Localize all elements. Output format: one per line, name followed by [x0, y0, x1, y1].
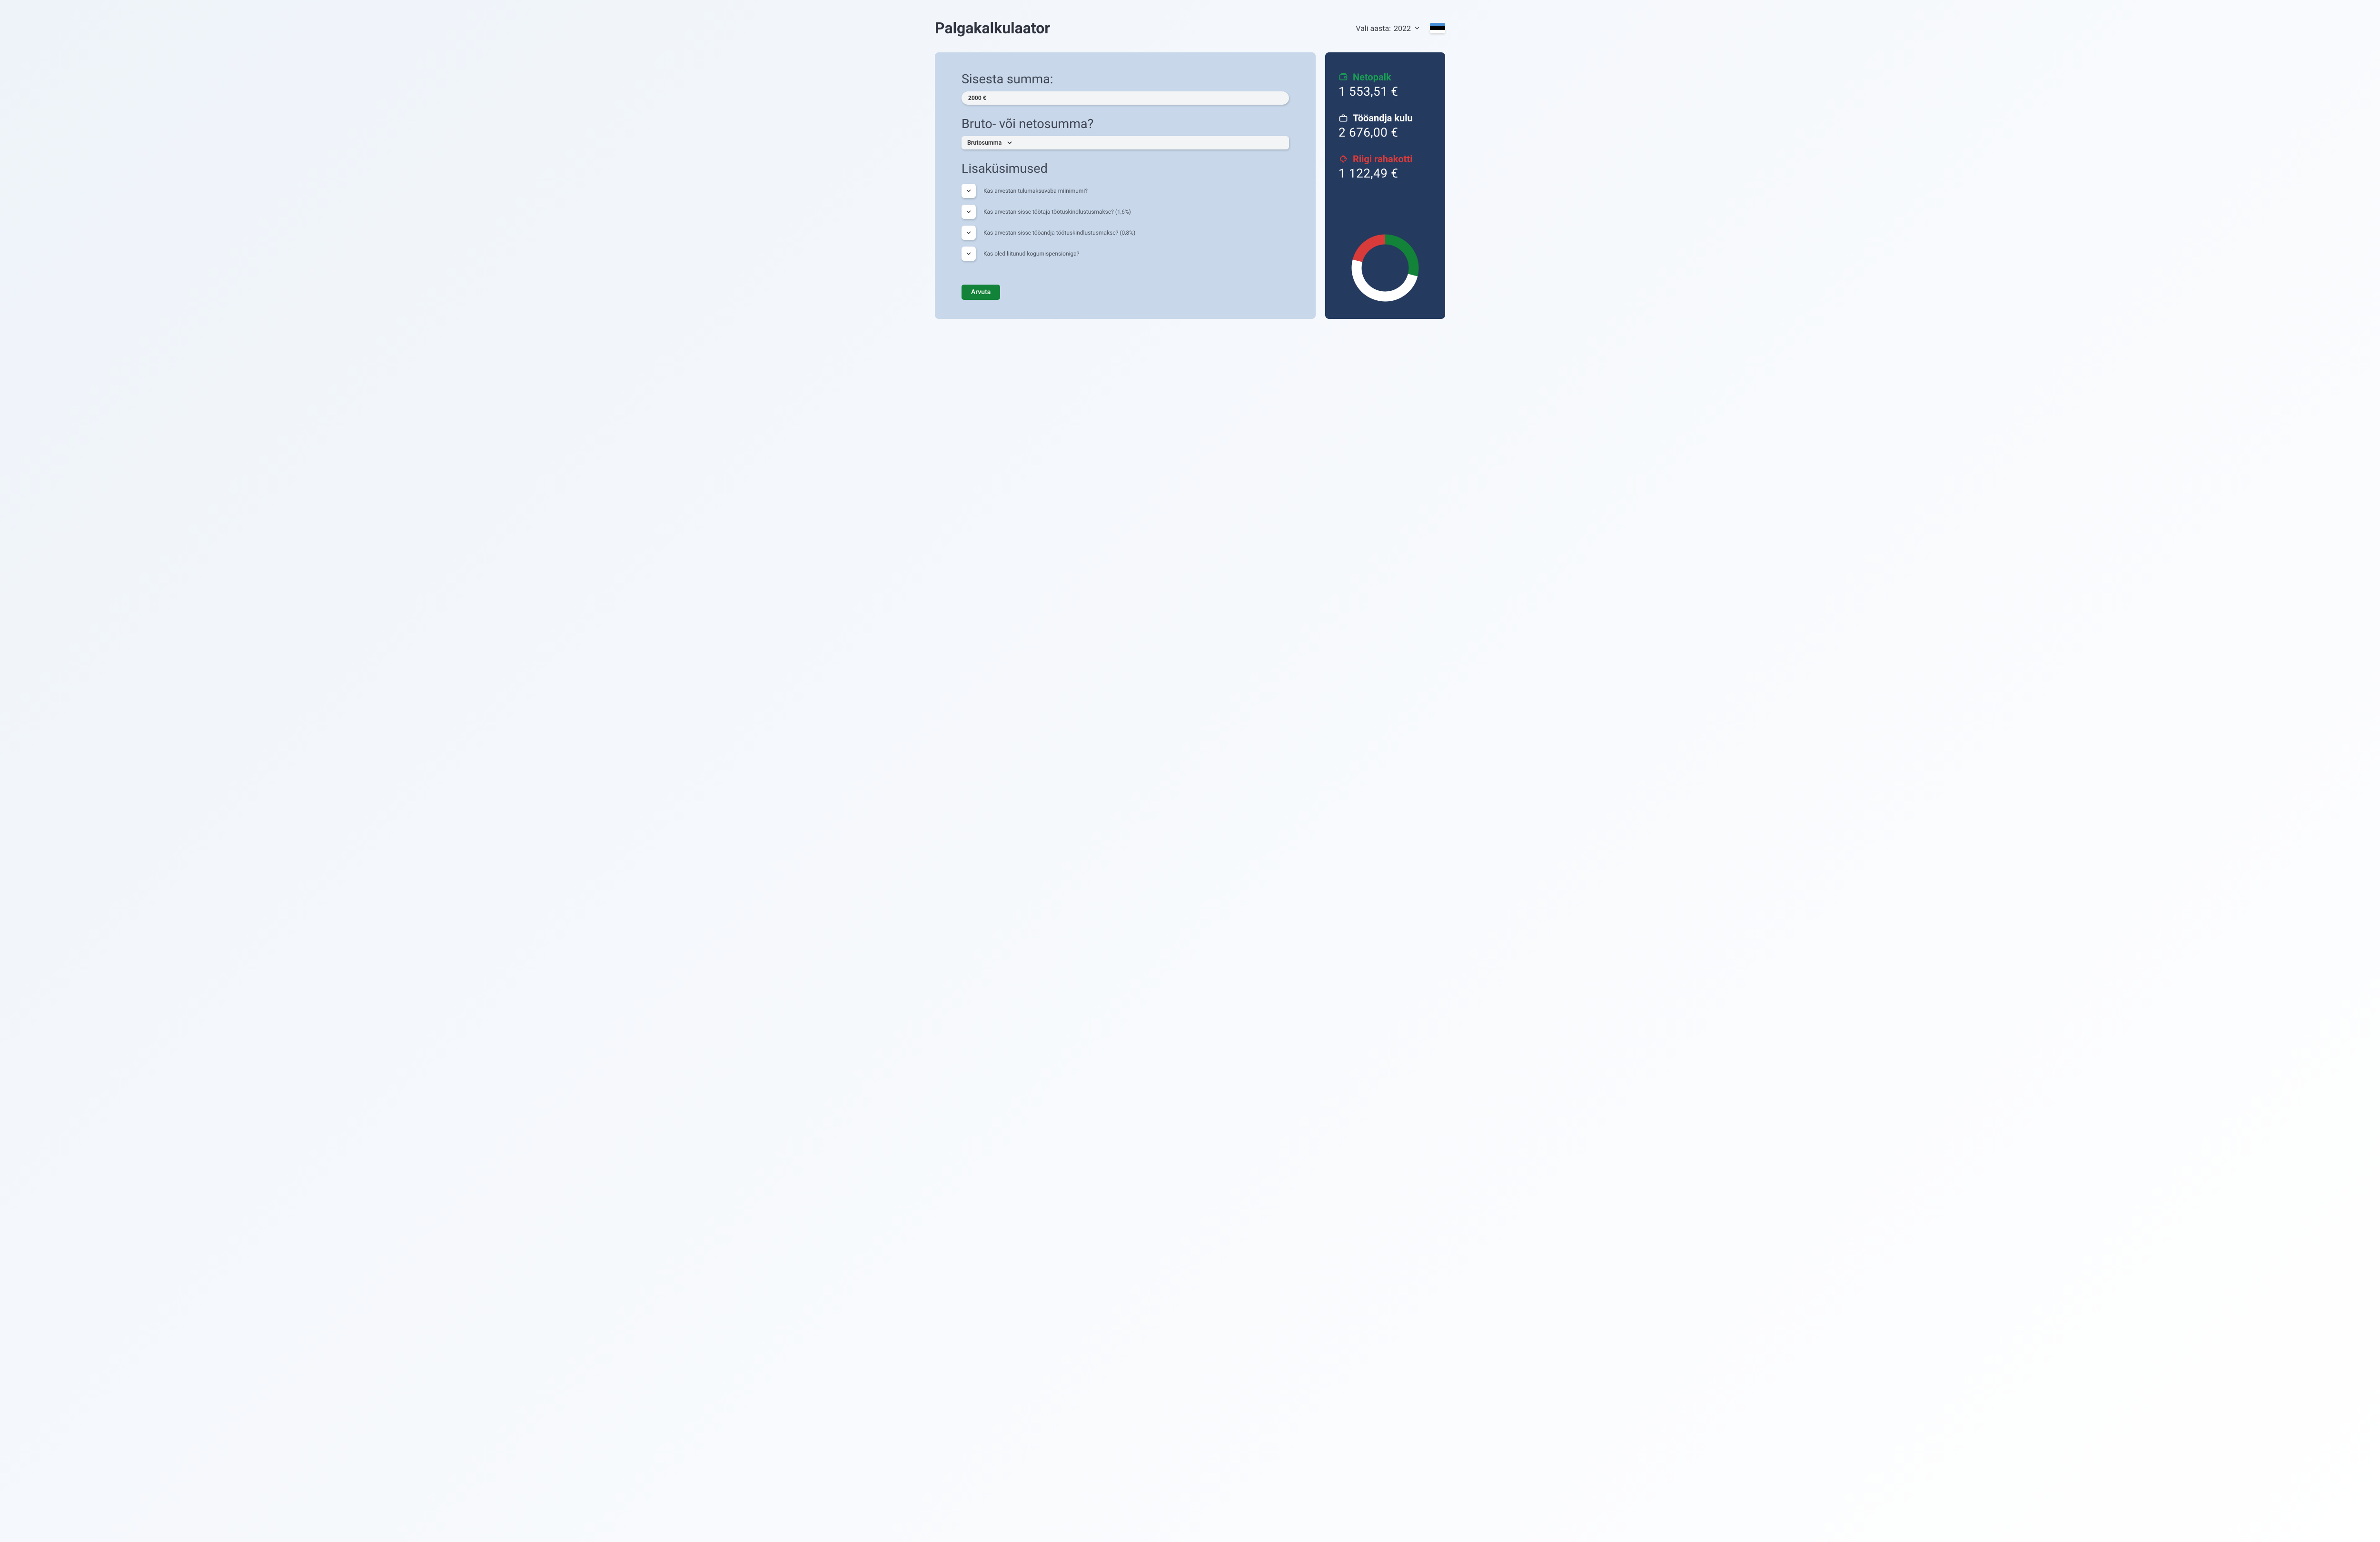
list-item: Kas oled liitunud kogumispensioniga? — [962, 247, 1289, 261]
chevron-down-icon — [965, 229, 972, 236]
question-text: Kas arvestan sisse töötaja töötuskindlus… — [983, 208, 1131, 215]
page-title: Palgakalkulaator — [935, 19, 1050, 37]
chevron-down-icon — [1006, 139, 1013, 146]
year-selector-value: 2022 — [1394, 24, 1411, 33]
chevron-down-icon — [965, 208, 972, 215]
year-selector-label: Vali aasta: — [1356, 24, 1391, 33]
chevron-down-icon — [965, 250, 972, 257]
amount-input[interactable] — [962, 91, 1289, 105]
question-toggle[interactable] — [962, 205, 976, 219]
net-label: Netopalk — [1353, 71, 1391, 83]
cost-value: 2 676,00 € — [1339, 126, 1432, 140]
state-value: 1 122,49 € — [1339, 167, 1432, 181]
cost-label: Tööandja kulu — [1353, 112, 1413, 124]
input-panel: Sisesta summa: Bruto- või netosumma? Bru… — [935, 52, 1316, 319]
results-panel: Netopalk 1 553,51 € Tööandja kulu 2 676,… — [1325, 52, 1445, 319]
question-text: Kas oled liitunud kogumispensioniga? — [983, 250, 1079, 257]
chevron-down-icon — [1414, 25, 1420, 31]
sum-type-value: Brutosumma — [967, 139, 1002, 147]
type-heading: Bruto- või netosumma? — [962, 116, 1289, 131]
question-toggle[interactable] — [962, 247, 976, 261]
wallet-icon — [1339, 72, 1348, 82]
calculate-button[interactable]: Arvuta — [962, 285, 1000, 300]
list-item: Kas arvestan sisse töötaja töötuskindlus… — [962, 205, 1289, 219]
extras-list: Kas arvestan tulumaksuvaba miinimumi? Ka… — [962, 184, 1289, 267]
list-item: Kas arvestan sisse tööandja töötuskindlu… — [962, 226, 1289, 240]
briefcase-icon — [1339, 113, 1348, 123]
piggy-bank-icon — [1339, 154, 1348, 164]
extras-heading: Lisaküsimused — [962, 161, 1289, 176]
sum-type-select[interactable]: Brutosumma — [962, 136, 1289, 149]
net-value: 1 553,51 € — [1339, 85, 1432, 99]
list-item: Kas arvestan tulumaksuvaba miinimumi? — [962, 184, 1289, 198]
question-toggle[interactable] — [962, 184, 976, 198]
question-text: Kas arvestan sisse tööandja töötuskindlu… — [983, 229, 1135, 236]
chevron-down-icon — [965, 188, 972, 194]
question-toggle[interactable] — [962, 226, 976, 240]
state-label: Riigi rahakotti — [1353, 153, 1413, 165]
distribution-donut-chart — [1349, 232, 1421, 304]
flag-estonia-icon[interactable] — [1430, 23, 1445, 33]
question-text: Kas arvestan tulumaksuvaba miinimumi? — [983, 188, 1088, 194]
sum-heading: Sisesta summa: — [962, 71, 1289, 87]
year-selector[interactable]: Vali aasta: 2022 — [1356, 24, 1420, 33]
